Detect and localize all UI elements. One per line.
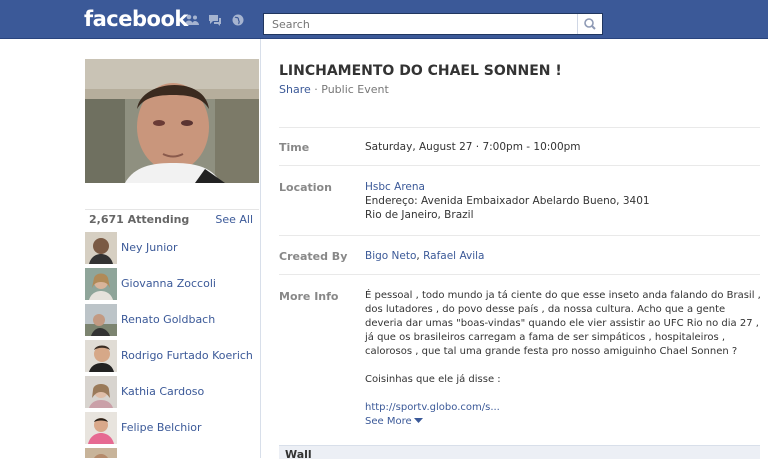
attendee-name[interactable]: Kathia Cardoso xyxy=(121,385,204,398)
more-info-label: More Info xyxy=(279,290,339,303)
avatar[interactable] xyxy=(85,448,117,458)
more-info-paragraph-2: Coisinhas que ele já disse : xyxy=(365,374,501,385)
creator-link[interactable]: Bigo Neto xyxy=(365,250,416,262)
search-button[interactable] xyxy=(577,14,602,34)
notifications-globe-icon[interactable] xyxy=(231,14,245,26)
avatar[interactable] xyxy=(85,304,117,336)
event-photo[interactable] xyxy=(85,59,259,183)
event-title: LINCHAMENTO DO CHAEL SONNEN ! xyxy=(279,63,562,79)
time-label: Time xyxy=(279,141,310,154)
attendee-name[interactable]: Ney Junior xyxy=(121,241,178,254)
created-by-label: Created By xyxy=(279,250,348,263)
divider xyxy=(279,165,760,166)
attendee-item[interactable]: Kathia Cardoso xyxy=(85,376,259,408)
avatar[interactable] xyxy=(85,412,117,444)
subtitle-separator: · xyxy=(314,83,318,96)
attendee-item[interactable]: Renato Goldbach xyxy=(85,304,259,336)
divider xyxy=(279,127,760,128)
avatar[interactable] xyxy=(85,268,117,300)
facebook-logo[interactable]: facebook xyxy=(84,7,188,31)
more-info-paragraph: É pessoal , todo mundo ja tá ciente do q… xyxy=(365,290,761,357)
event-photo-image xyxy=(85,59,259,183)
avatar[interactable] xyxy=(85,376,117,408)
location-label: Location xyxy=(279,181,332,194)
chevron-down-icon xyxy=(413,418,423,423)
external-link[interactable]: http://sportv.globo.com/s... xyxy=(365,402,500,413)
search-box[interactable] xyxy=(263,13,603,35)
see-more-label: See More xyxy=(365,416,412,427)
divider xyxy=(279,235,760,236)
attendee-item[interactable] xyxy=(85,448,259,458)
location-link[interactable]: Hsbc Arena xyxy=(365,181,425,193)
event-visibility: Public Event xyxy=(321,83,389,96)
location-value: Hsbc Arena Endereço: Avenida Embaixador … xyxy=(365,180,650,222)
avatar[interactable] xyxy=(85,340,117,372)
attendee-item[interactable]: Giovanna Zoccoli xyxy=(85,268,259,300)
attendee-name[interactable]: Felipe Belchior xyxy=(121,421,202,434)
divider xyxy=(279,274,760,275)
avatar[interactable] xyxy=(85,232,117,264)
attendee-name[interactable]: Rodrigo Furtado Koerich xyxy=(121,349,253,362)
attendee-name[interactable]: Giovanna Zoccoli xyxy=(121,277,216,290)
see-more-button[interactable]: See More xyxy=(365,416,423,427)
wall-header: Wall xyxy=(279,445,760,461)
top-bar: facebook xyxy=(0,0,768,39)
attending-count: 2,671 Attending xyxy=(89,213,190,226)
attendee-item[interactable]: Rodrigo Furtado Koerich xyxy=(85,340,259,372)
attending-header: 2,671 Attending See All xyxy=(85,209,259,230)
attendee-item[interactable]: Ney Junior xyxy=(85,232,259,264)
search-icon xyxy=(584,18,596,30)
attendee-name[interactable]: Renato Goldbach xyxy=(121,313,215,326)
created-by-value: Bigo Neto, Rafael Avila xyxy=(365,249,485,263)
see-all-link[interactable]: See All xyxy=(215,213,253,226)
friend-requests-icon[interactable] xyxy=(185,14,199,26)
attendee-item[interactable]: Felipe Belchior xyxy=(85,412,259,444)
time-value: Saturday, August 27 · 7:00pm - 10:00pm xyxy=(365,141,581,153)
location-city: Rio de Janeiro, Brazil xyxy=(365,209,474,221)
messages-icon[interactable] xyxy=(208,14,222,26)
creator-link[interactable]: Rafael Avila xyxy=(423,250,484,262)
more-info-text: É pessoal , todo mundo ja tá ciente do q… xyxy=(365,289,765,429)
left-column: 2,671 Attending See All Ney Junior Giova… xyxy=(0,39,260,458)
location-address: Endereço: Avenida Embaixador Abelardo Bu… xyxy=(365,195,650,207)
event-subtitle: Share · Public Event xyxy=(279,83,389,96)
wall-label: Wall xyxy=(285,448,312,461)
search-input[interactable] xyxy=(270,17,574,32)
event-details: LINCHAMENTO DO CHAEL SONNEN ! Share · Pu… xyxy=(261,39,768,461)
share-link[interactable]: Share xyxy=(279,83,311,96)
